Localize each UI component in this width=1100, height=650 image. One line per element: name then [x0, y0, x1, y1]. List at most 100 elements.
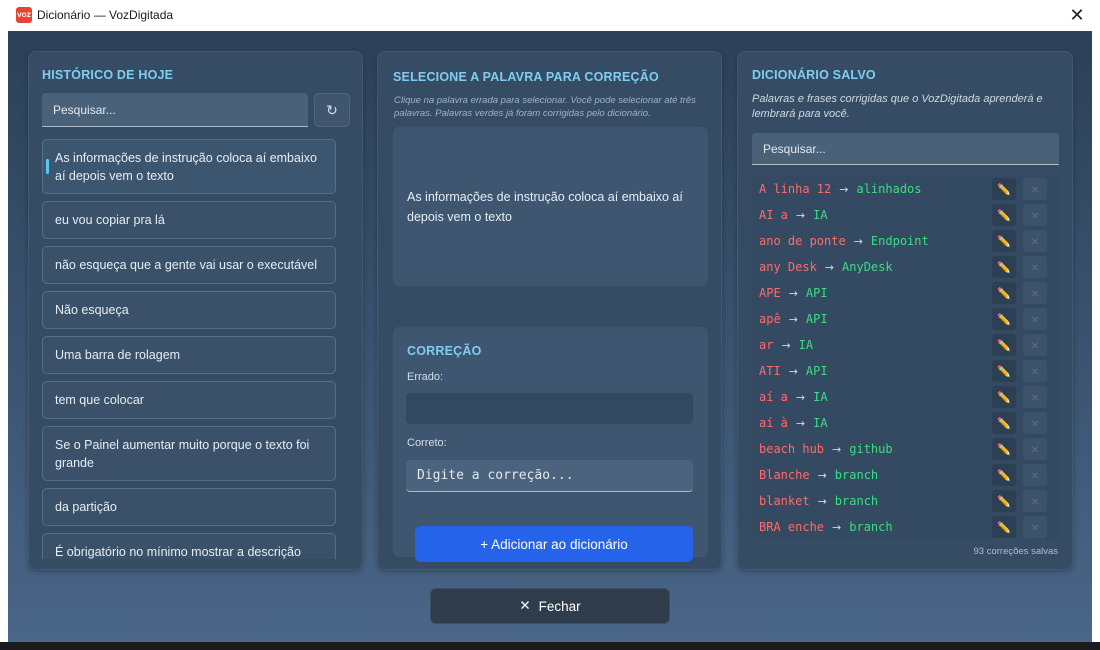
dictionary-entry[interactable]: any Desk → AnyDesk ✏️ ✕ [752, 254, 1059, 280]
dictionary-entry[interactable]: Blanche → branch ✏️ ✕ [752, 462, 1059, 488]
entry-correct-text: API [805, 364, 828, 378]
entry-wrong-text: aí a [759, 390, 788, 404]
pencil-icon: ✏️ [997, 312, 1011, 326]
dictionary-title: DICIONÁRIO SALVO [752, 68, 876, 82]
entry-wrong-text: any Desk [759, 260, 817, 274]
edit-entry-button[interactable]: ✏️ [992, 386, 1016, 408]
edit-entry-button[interactable]: ✏️ [992, 256, 1016, 278]
delete-entry-button[interactable]: ✕ [1023, 516, 1047, 538]
entry-wrong-text: ATI [759, 364, 781, 378]
entry-wrong-text: beach hub [759, 442, 825, 456]
history-item-text: Se o Painel aumentar muito porque o text… [55, 437, 310, 470]
entry-wrong-text: ar [759, 338, 774, 352]
edit-entry-button[interactable]: ✏️ [992, 204, 1016, 226]
select-word-panel: SELECIONE A PALAVRA PARA CORREÇÃO Clique… [377, 51, 722, 570]
select-word-title: SELECIONE A PALAVRA PARA CORREÇÃO [393, 70, 659, 84]
delete-icon: ✕ [1031, 364, 1039, 378]
entry-correct-text: API [805, 312, 828, 326]
arrow-icon: → [795, 208, 806, 222]
history-item[interactable]: Uma barra de rolagem [42, 336, 336, 374]
entry-correct-text: github [849, 442, 893, 456]
dictionary-entry[interactable]: A linha 12 → alinhados ✏️ ✕ [752, 176, 1059, 202]
dictionary-entry[interactable]: ano de ponte → Endpoint ✏️ ✕ [752, 228, 1059, 254]
refresh-button[interactable]: ↻ [314, 93, 350, 127]
delete-entry-button[interactable]: ✕ [1023, 490, 1047, 512]
delete-icon: ✕ [1031, 312, 1039, 326]
history-search-input[interactable] [42, 93, 308, 127]
edit-entry-button[interactable]: ✏️ [992, 308, 1016, 330]
edit-entry-button[interactable]: ✏️ [992, 464, 1016, 486]
edit-entry-button[interactable]: ✏️ [992, 360, 1016, 382]
arrow-icon: → [832, 442, 842, 456]
delete-icon: ✕ [1031, 390, 1039, 404]
window-titlebar: VOZ Dicionário — VozDigitada ✕ [0, 0, 1100, 31]
dictionary-entry[interactable]: aí à → IA ✏️ ✕ [752, 410, 1059, 436]
edit-entry-button[interactable]: ✏️ [992, 178, 1016, 200]
delete-entry-button[interactable]: ✕ [1023, 412, 1047, 434]
edit-entry-button[interactable]: ✏️ [992, 438, 1016, 460]
delete-icon: ✕ [1031, 442, 1039, 456]
delete-icon: ✕ [1031, 182, 1039, 196]
delete-icon: ✕ [1031, 234, 1039, 248]
dictionary-entry[interactable]: APE → API ✏️ ✕ [752, 280, 1059, 306]
history-item[interactable]: Não esqueça [42, 291, 336, 329]
delete-entry-button[interactable]: ✕ [1023, 230, 1047, 252]
dictionary-entry[interactable]: BRA enche → branch ✏️ ✕ [752, 514, 1059, 538]
pencil-icon: ✏️ [997, 338, 1011, 352]
history-item[interactable]: As informações de instrução coloca aí em… [42, 139, 336, 194]
delete-entry-button[interactable]: ✕ [1023, 360, 1047, 382]
dictionary-entry[interactable]: beach hub → github ✏️ ✕ [752, 436, 1059, 462]
dictionary-entry[interactable]: blanket → branch ✏️ ✕ [752, 488, 1059, 514]
arrow-icon: → [781, 338, 791, 352]
window-close-button[interactable]: ✕ [1058, 0, 1096, 31]
entry-correct-text: IA [813, 416, 828, 430]
word-preview-box[interactable]: As informações de instrução coloca aí em… [393, 127, 708, 286]
correct-field[interactable]: Digite a correção... [406, 460, 693, 492]
pencil-icon: ✏️ [997, 208, 1011, 222]
pencil-icon: ✏️ [997, 416, 1011, 430]
history-scroll-clip: É obrigatório no mínimo mostrar a descri… [29, 533, 364, 559]
dictionary-list: A linha 12 → alinhados ✏️ ✕ AI a → IA ✏️ ✕ ano de … [752, 176, 1059, 538]
delete-entry-button[interactable]: ✕ [1023, 178, 1047, 200]
add-to-dictionary-button[interactable]: + Adicionar ao dicionário [415, 526, 693, 562]
delete-entry-button[interactable]: ✕ [1023, 386, 1047, 408]
dictionary-entry[interactable]: ATI → API ✏️ ✕ [752, 358, 1059, 384]
edit-entry-button[interactable]: ✏️ [992, 282, 1016, 304]
preview-text[interactable]: As informações de instrução coloca aí em… [407, 187, 697, 227]
wrong-field[interactable] [406, 393, 693, 424]
history-item[interactable]: eu vou copiar pra lá [42, 201, 336, 239]
edit-entry-button[interactable]: ✏️ [992, 230, 1016, 252]
edit-entry-button[interactable]: ✏️ [992, 412, 1016, 434]
delete-entry-button[interactable]: ✕ [1023, 464, 1047, 486]
arrow-icon: → [788, 364, 798, 378]
edit-entry-button[interactable]: ✏️ [992, 334, 1016, 356]
edit-entry-button[interactable]: ✏️ [992, 490, 1016, 512]
dictionary-entry[interactable]: AI a → IA ✏️ ✕ [752, 202, 1059, 228]
dictionary-search-input[interactable] [752, 133, 1059, 165]
select-word-hint: Clique na palavra errada para selecionar… [394, 95, 696, 119]
close-dialog-button[interactable]: ✕ Fechar [430, 588, 670, 624]
delete-entry-button[interactable]: ✕ [1023, 438, 1047, 460]
delete-entry-button[interactable]: ✕ [1023, 308, 1047, 330]
delete-entry-button[interactable]: ✕ [1023, 282, 1047, 304]
entry-correct-text: IA [813, 208, 828, 222]
close-icon: ✕ [1069, 5, 1085, 25]
delete-entry-button[interactable]: ✕ [1023, 256, 1047, 278]
history-item[interactable]: É obrigatório no mínimo mostrar a descri… [42, 533, 336, 559]
history-item[interactable]: da partição [42, 488, 336, 526]
delete-entry-button[interactable]: ✕ [1023, 334, 1047, 356]
dictionary-entry[interactable]: aí a → IA ✏️ ✕ [752, 384, 1059, 410]
history-item[interactable]: tem que colocar [42, 381, 336, 419]
delete-icon: ✕ [1031, 520, 1039, 534]
edit-entry-button[interactable]: ✏️ [992, 516, 1016, 538]
entry-wrong-text: aí à [759, 416, 788, 430]
history-item-text: Não esqueça [55, 303, 129, 317]
dictionary-entry[interactable]: apê → API ✏️ ✕ [752, 306, 1059, 332]
dictionary-entry[interactable]: ar → IA ✏️ ✕ [752, 332, 1059, 358]
pencil-icon: ✏️ [997, 286, 1011, 300]
delete-icon: ✕ [1031, 208, 1039, 222]
history-item[interactable]: Se o Painel aumentar muito porque o text… [42, 426, 336, 481]
delete-entry-button[interactable]: ✕ [1023, 204, 1047, 226]
history-item[interactable]: não esqueça que a gente vai usar o execu… [42, 246, 336, 284]
history-item-text: É obrigatório no mínimo mostrar a descri… [55, 545, 301, 559]
